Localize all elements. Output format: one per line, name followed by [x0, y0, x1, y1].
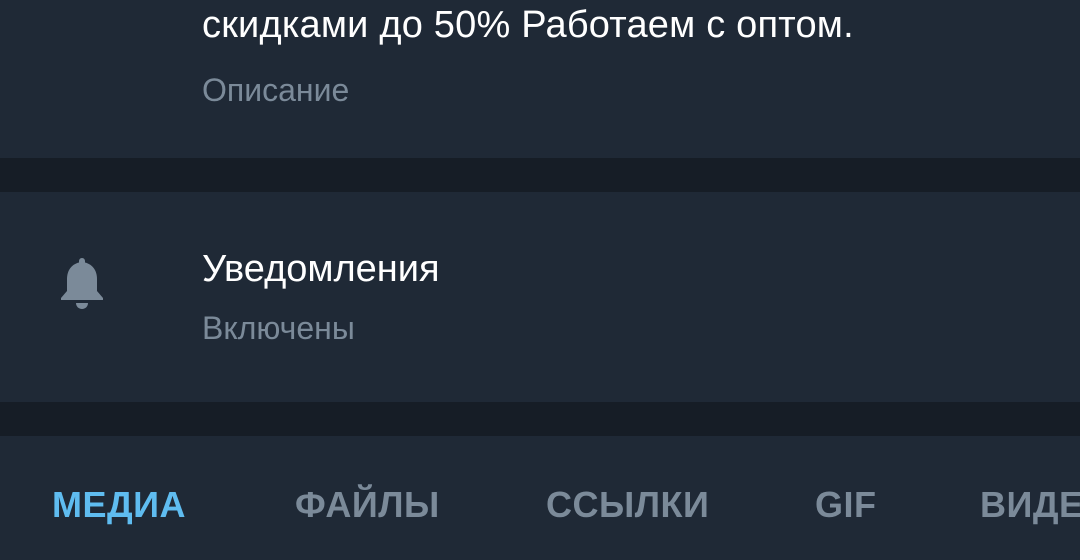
tab-links[interactable]: ССЫЛКИ [546, 484, 709, 526]
tab-files[interactable]: ФАЙЛЫ [295, 484, 440, 526]
tab-video[interactable]: ВИДЕ [980, 484, 1080, 526]
media-tabs-bar: МЕДИА ФАЙЛЫ ССЫЛКИ GIF ВИДЕ [0, 436, 1080, 560]
notifications-row[interactable]: Уведомления Включены [0, 192, 1080, 402]
channel-info-screen: скидками до 50% Работаем с оптом. Описан… [0, 0, 1080, 560]
notifications-status: Включены [202, 310, 355, 346]
tab-gif[interactable]: GIF [815, 484, 877, 526]
tab-media[interactable]: МЕДИА [52, 484, 186, 526]
description-section[interactable]: скидками до 50% Работаем с оптом. Описан… [0, 0, 1080, 158]
section-divider [0, 158, 1080, 192]
bell-icon [61, 258, 103, 309]
notifications-title: Уведомления [202, 248, 440, 290]
section-divider [0, 402, 1080, 436]
description-text: скидками до 50% Работаем с оптом. [202, 4, 854, 46]
description-label: Описание [202, 72, 350, 108]
